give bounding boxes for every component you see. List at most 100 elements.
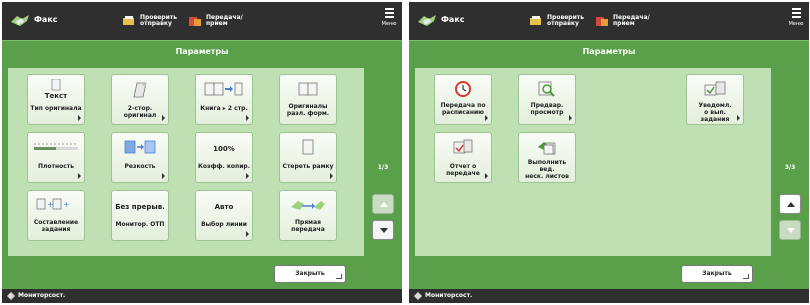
book-to-2-pages-label: Книга ▸ 2 стр. (200, 105, 248, 112)
notify-job-done-label: Уведомл. о вып. задания (698, 102, 732, 123)
transmit-receive-button[interactable]: Передача/ прием (595, 12, 650, 30)
submenu-arrow-icon (162, 115, 165, 121)
status-monitor-label: Мониторсост. (425, 292, 473, 299)
erase-frame-label: Стереть рамку (282, 163, 334, 170)
submenu-arrow-icon (246, 231, 249, 237)
erase-frame-button[interactable]: Стереть рамку (279, 132, 337, 183)
status-monitor-bar[interactable]: Мониторсост. (409, 289, 809, 303)
submenu-arrow-icon (569, 115, 572, 121)
sharpness-icon (124, 140, 156, 154)
preview-label: Предвар. просмотр (530, 102, 564, 116)
document-icon (51, 79, 61, 91)
multi-sheet-icon (538, 142, 556, 155)
submenu-arrow-icon (485, 173, 488, 179)
line-select-value: Авто (214, 203, 234, 211)
scroll-down-button[interactable] (372, 220, 394, 240)
menu-button[interactable]: Меню (380, 6, 398, 36)
tx-monitor-button[interactable]: Без прерыв. Монитор. ОТП (111, 190, 169, 241)
menu-icon (791, 8, 801, 10)
scroll-up-button[interactable] (372, 194, 394, 214)
check-status-label: Проверить отправку (140, 14, 178, 27)
content-area: Текст Тип оригинала 2-стор. оригинал Кни… (2, 62, 402, 289)
submenu-arrow-icon (162, 173, 165, 179)
status-monitor-icon (7, 292, 15, 300)
check-status-button[interactable]: Проверить отправку (122, 12, 177, 30)
scroll-controls: 3/3 (775, 68, 805, 256)
submenu-arrow-icon (330, 173, 333, 179)
submenu-arrow-icon (485, 115, 488, 121)
original-type-label: Тип оригинала (30, 105, 82, 112)
menu-button[interactable]: Меню (787, 6, 805, 36)
two-sided-page-icon (133, 82, 147, 98)
tx-report-button[interactable]: Отчет о передаче (434, 132, 492, 183)
two-sided-original-label: 2-стор. оригинал (123, 105, 157, 119)
close-button[interactable]: Закрыть (681, 265, 753, 283)
scroll-down-button[interactable] (779, 220, 801, 240)
different-size-originals-button[interactable]: Оригиналы разл. форм. (279, 74, 337, 125)
job-build-button[interactable]: + + Составление задания (27, 190, 85, 241)
book-split-icon (204, 82, 243, 96)
clock-icon (455, 81, 471, 97)
preview-button[interactable]: Предвар. просмотр (518, 74, 576, 125)
status-monitor-icon (414, 292, 422, 300)
multi-sheet-send-label: Выполнить вед. неск. листов (525, 159, 569, 180)
different-size-originals-label: Оригиналы разл. форм. (286, 103, 330, 117)
page-title: Параметры (582, 47, 636, 56)
submenu-arrow-icon (78, 173, 81, 179)
tx-rx-icon (596, 17, 608, 26)
direct-send-label: Прямая передача (291, 219, 325, 233)
job-build-label: Составление задания (33, 219, 79, 233)
scroll-controls: 1/3 (368, 68, 398, 256)
check-status-button[interactable]: Проверить отправку (529, 12, 584, 30)
mixed-originals-icon (298, 82, 318, 96)
down-arrow-icon (787, 228, 795, 233)
page-title: Параметры (175, 47, 229, 56)
submenu-arrow-icon (737, 115, 740, 121)
sharpness-button[interactable]: Резкость (111, 132, 169, 183)
up-arrow-icon (787, 202, 795, 207)
title-bar: Параметры (409, 40, 809, 62)
scroll-up-button[interactable] (779, 194, 801, 214)
fax-label: Факс (34, 15, 58, 24)
page-indicator: 3/3 (784, 164, 796, 171)
settings-screen-page-3: Факс Проверить отправку Передача/ прием … (409, 2, 809, 303)
status-monitor-label: Мониторсост. (18, 292, 66, 299)
direct-send-button[interactable]: Прямая передача (279, 190, 337, 241)
settings-screen-page-1: Факс Проверить отправку Передача/ прием … (2, 2, 402, 303)
tx-monitor-label: Монитор. ОТП (115, 221, 165, 228)
check-status-label: Проверить отправку (547, 14, 585, 27)
svg-text:+: + (63, 200, 70, 209)
tx-monitor-value: Без прерыв. (115, 203, 165, 211)
magnifier-icon (538, 81, 555, 97)
original-type-button[interactable]: Текст Тип оригинала (27, 74, 85, 125)
tx-rx-icon (189, 17, 201, 26)
sent-jobs-icon (530, 16, 541, 25)
multi-sheet-send-button[interactable]: Выполнить вед. неск. листов (518, 132, 576, 183)
two-sided-original-button[interactable]: 2-стор. оригинал (111, 74, 169, 125)
close-button[interactable]: Закрыть (274, 265, 346, 283)
corner-mark-icon (743, 274, 749, 279)
down-arrow-icon (380, 228, 388, 233)
submenu-arrow-icon (246, 115, 249, 121)
content-area: Передача по расписанию Предвар. просмотр (409, 62, 809, 289)
title-bar: Параметры (2, 40, 402, 62)
copy-ratio-label: Коэфф. копир. (198, 163, 250, 170)
top-bar: Факс Проверить отправку Передача/ прием … (409, 2, 809, 40)
submenu-arrow-icon (246, 173, 249, 179)
notify-icon (704, 81, 726, 96)
up-arrow-icon (380, 202, 388, 207)
notify-job-done-button[interactable]: Уведомл. о вып. задания (686, 74, 744, 125)
report-icon (453, 139, 473, 154)
copy-ratio-button[interactable]: 100% Коэфф. копир. (195, 132, 253, 183)
submenu-arrow-icon (78, 115, 81, 121)
transmit-receive-button[interactable]: Передача/ прием (188, 12, 243, 30)
line-select-button[interactable]: Авто Выбор линии (195, 190, 253, 241)
book-to-2-pages-button[interactable]: Книга ▸ 2 стр. (195, 74, 253, 125)
density-button[interactable]: Плотность (27, 132, 85, 183)
transmit-receive-label: Передача/ прием (613, 14, 650, 27)
page-indicator: 1/3 (377, 164, 389, 171)
delayed-send-button[interactable]: Передача по расписанию (434, 74, 492, 125)
fax-icon (11, 15, 29, 26)
status-monitor-bar[interactable]: Мониторсост. (2, 289, 402, 303)
close-label: Закрыть (295, 270, 325, 277)
